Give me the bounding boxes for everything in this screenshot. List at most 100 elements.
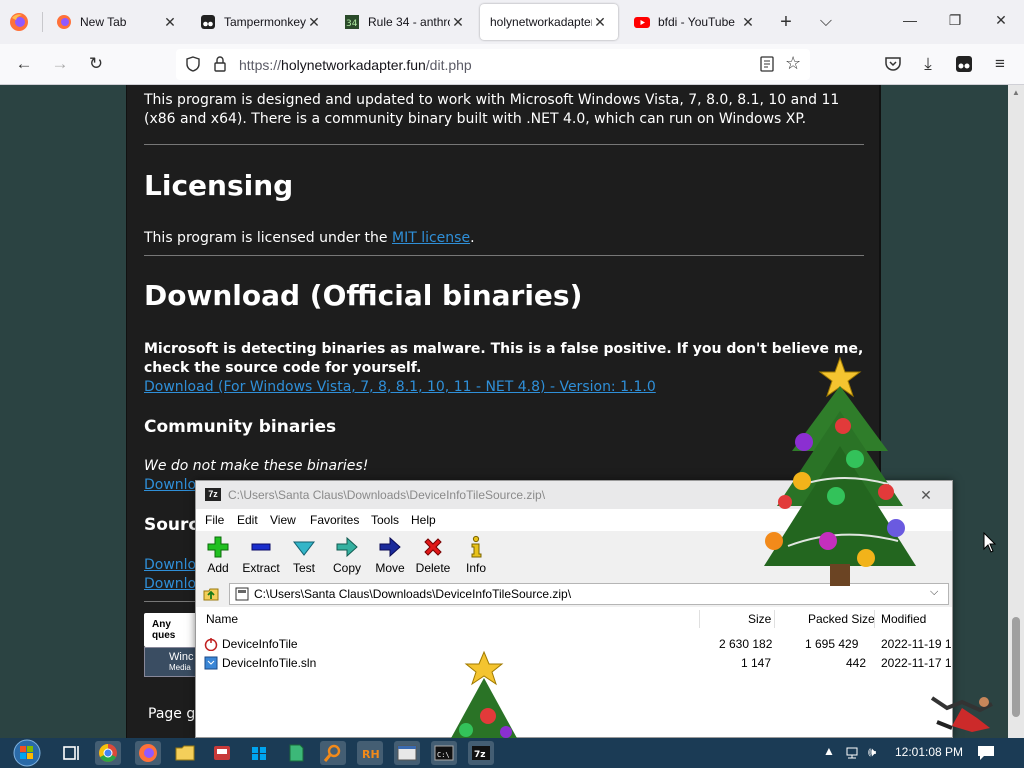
page-scrollbar[interactable]: ▲ — [1008, 85, 1024, 738]
window-app-taskbar-icon[interactable] — [394, 741, 420, 765]
scrollbar-thumb[interactable] — [1012, 617, 1020, 717]
info-button[interactable]: Info — [452, 535, 500, 575]
tracking-shield-icon[interactable] — [184, 55, 202, 73]
reader-view-icon[interactable] — [759, 56, 775, 72]
tab-youtube[interactable]: bfdi - YouTube ✕ — [624, 4, 766, 40]
app-red-taskbar-icon[interactable] — [209, 741, 235, 765]
7zip-taskbar-icon[interactable]: 7z — [468, 741, 494, 765]
copy-button[interactable]: Copy — [323, 535, 371, 575]
tab-label: New Tab — [80, 15, 127, 29]
downloads-icon[interactable]: ⤓ — [918, 54, 938, 74]
network-icon[interactable] — [845, 745, 861, 761]
menu-file[interactable]: File — [205, 513, 224, 527]
file-size: 1 147 — [741, 656, 772, 670]
restore-icon[interactable]: ❐ — [945, 12, 965, 29]
tab-tampermonkey[interactable]: Tampermonkey ✕ — [190, 4, 332, 40]
mit-license-link[interactable]: MIT license — [392, 230, 470, 246]
hamburger-menu-icon[interactable]: ≡ — [990, 54, 1010, 74]
zip-archive-icon — [235, 587, 249, 601]
tampermonkey-extension-icon[interactable] — [955, 55, 973, 73]
source-download-link[interactable]: Downlo — [144, 557, 196, 573]
extract-button[interactable]: Extract — [237, 535, 285, 575]
info-label: Info — [465, 561, 486, 575]
bookmark-star-icon[interactable]: ☆ — [785, 53, 801, 74]
command-prompt-taskbar-icon[interactable]: C:\ — [431, 741, 457, 765]
menu-edit[interactable]: Edit — [237, 513, 258, 527]
tab-rule34[interactable]: 34 Rule 34 - anthro ✕ — [334, 4, 476, 40]
download-official-link[interactable]: Download (For Windows Vista, 7, 8, 8.1, … — [144, 379, 656, 395]
file-row[interactable]: DeviceInfoTile.sln 1 147 442 2022-11-17 … — [196, 654, 952, 673]
firefox-menu-icon[interactable] — [8, 11, 30, 33]
taskbar-clock[interactable]: 12:01:08 PM — [895, 745, 963, 759]
list-all-tabs-icon[interactable]: ⌵ — [816, 13, 836, 31]
close-tab-icon[interactable]: ✕ — [162, 14, 178, 31]
scroll-up-icon[interactable]: ▲ — [1012, 88, 1020, 97]
windows-start-icon[interactable] — [8, 739, 46, 767]
new-tab-plus-icon[interactable]: + — [776, 11, 796, 34]
menu-tools[interactable]: Tools — [371, 513, 399, 527]
pocket-icon[interactable] — [884, 55, 902, 73]
address-dropdown-icon[interactable]: ⌵ — [930, 586, 938, 599]
move-button[interactable]: Move — [366, 535, 414, 575]
lock-icon[interactable] — [212, 55, 228, 73]
rule34-icon: 34 — [345, 15, 359, 29]
svg-text:RH: RH — [362, 748, 380, 761]
column-packed-size[interactable]: Packed Size — [808, 612, 875, 626]
delete-x-icon — [424, 538, 442, 556]
rh-taskbar-icon[interactable]: RH — [357, 741, 383, 765]
menu-favorites[interactable]: Favorites — [310, 513, 359, 527]
add-button[interactable]: Add — [196, 535, 242, 575]
notifications-icon[interactable] — [977, 745, 995, 761]
volume-icon[interactable]: 🕪 — [868, 744, 876, 760]
app-file-icon — [204, 638, 218, 651]
test-button[interactable]: Test — [280, 535, 328, 575]
christmas-tree-large-decoration — [764, 356, 916, 586]
chrome-taskbar-icon[interactable] — [95, 741, 121, 765]
column-separator[interactable] — [699, 610, 700, 628]
column-separator[interactable] — [874, 610, 875, 628]
close-tab-icon[interactable]: ✕ — [306, 14, 322, 31]
tab-label: Rule 34 - anthro — [368, 15, 450, 29]
firefox-taskbar-icon[interactable] — [135, 741, 161, 765]
svg-text:34: 34 — [346, 19, 358, 29]
column-modified[interactable]: Modified — [881, 612, 926, 626]
close-tab-icon[interactable]: ✕ — [740, 14, 756, 31]
url-bar[interactable]: https://holynetworkadapter.fun/dit.php ☆ — [176, 49, 810, 80]
7zip-file-list: Name Size Packed Size Modified DeviceInf… — [196, 607, 952, 737]
source-download-link-2[interactable]: Downlo — [144, 576, 196, 592]
search-tool-taskbar-icon[interactable] — [320, 741, 346, 765]
close-tab-icon[interactable]: ✕ — [592, 14, 608, 31]
delete-button[interactable]: Delete — [409, 535, 457, 575]
task-view-icon[interactable] — [58, 741, 84, 765]
column-name[interactable]: Name — [206, 612, 238, 626]
notepad-green-taskbar-icon[interactable] — [283, 741, 309, 765]
mouse-cursor-icon — [983, 532, 997, 553]
file-explorer-taskbar-icon[interactable] — [172, 741, 198, 765]
url-text[interactable]: https://holynetworkadapter.fun/dit.php — [239, 57, 472, 73]
test-check-icon — [292, 541, 316, 556]
column-separator[interactable] — [774, 610, 775, 628]
tab-holynetworkadapter[interactable]: holynetworkadapter ✕ — [480, 4, 618, 40]
file-size: 2 630 182 — [719, 637, 773, 651]
tab-separator — [42, 12, 43, 32]
tab-label: Tampermonkey — [224, 15, 306, 29]
delete-label: Delete — [415, 561, 451, 575]
tampermonkey-icon — [201, 15, 215, 29]
forward-arrow-icon[interactable]: → — [50, 54, 70, 74]
back-arrow-icon[interactable]: ← — [14, 54, 34, 74]
menu-view[interactable]: View — [270, 513, 296, 527]
file-row[interactable]: DeviceInfoTile 2 630 182 1 695 429 2022-… — [196, 635, 952, 654]
file-name: DeviceInfoTile.sln — [222, 656, 317, 670]
minimize-icon[interactable]: — — [900, 12, 920, 28]
reload-icon[interactable]: ↻ — [86, 54, 106, 74]
extract-label: Extract — [242, 561, 280, 575]
store-taskbar-icon[interactable] — [246, 741, 272, 765]
menu-help[interactable]: Help — [411, 513, 436, 527]
window-close-icon[interactable]: ✕ — [991, 12, 1011, 29]
column-size[interactable]: Size — [748, 612, 771, 626]
tab-new-tab[interactable]: New Tab ✕ — [46, 4, 188, 40]
folder-up-icon[interactable] — [202, 585, 220, 603]
show-hidden-icons-icon[interactable]: ▲ — [823, 744, 835, 758]
community-download-link[interactable]: Downlo — [144, 477, 196, 493]
close-tab-icon[interactable]: ✕ — [450, 14, 466, 31]
